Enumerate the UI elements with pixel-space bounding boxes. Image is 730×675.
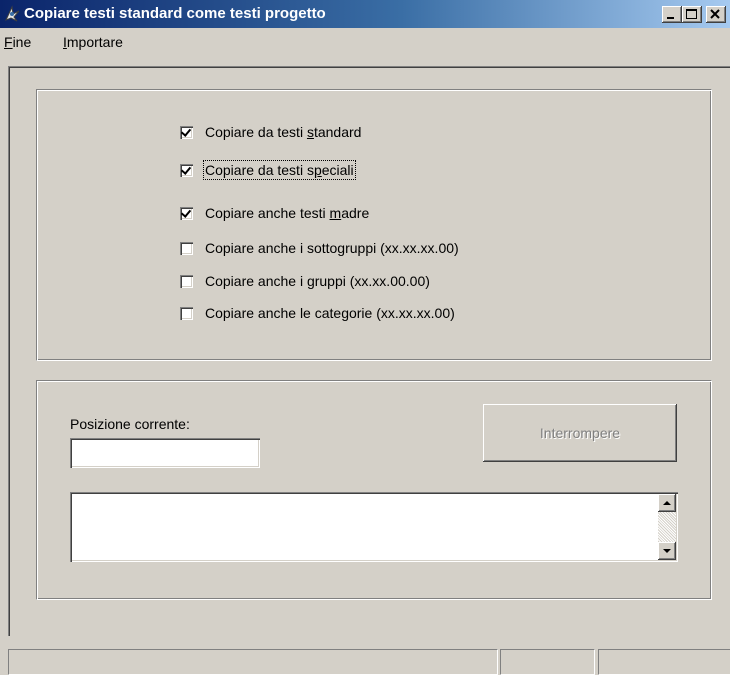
status-pane-3 bbox=[598, 649, 730, 675]
option-mother-texts-label: Copiare anche testi madre bbox=[205, 205, 370, 221]
scroll-down-button[interactable] bbox=[658, 542, 676, 560]
status-bar bbox=[0, 647, 730, 675]
interrupt-button[interactable]: Interrompere bbox=[483, 404, 677, 462]
option-standard-texts[interactable]: Copiare da testi standard bbox=[180, 122, 361, 142]
option-special-texts[interactable]: Copiare da testi speciali bbox=[180, 160, 356, 180]
menu-fine-label: ine bbox=[12, 34, 32, 50]
checkbox-special-texts[interactable] bbox=[180, 163, 193, 177]
checkbox-categories[interactable] bbox=[180, 306, 193, 320]
menu-fine[interactable]: Fine bbox=[4, 34, 31, 50]
log-textarea[interactable] bbox=[70, 492, 678, 562]
window-title: Copiare testi standard come testi proget… bbox=[24, 5, 326, 22]
option-mother-texts[interactable]: Copiare anche testi madre bbox=[180, 203, 369, 223]
option-categories[interactable]: Copiare anche le categorie (xx.xx.xx.00) bbox=[180, 303, 455, 323]
minimize-button[interactable] bbox=[662, 6, 682, 23]
menu-bar: Fine Importare bbox=[0, 28, 730, 58]
option-groups-label: Copiare anche i gruppi (xx.xx.00.00) bbox=[205, 273, 430, 289]
close-icon bbox=[710, 9, 720, 19]
option-subgroups[interactable]: Copiare anche i sottogruppi (xx.xx.xx.00… bbox=[180, 238, 459, 258]
checkbox-subgroups[interactable] bbox=[180, 241, 193, 255]
status-pane-main bbox=[8, 649, 498, 675]
status-pane-2 bbox=[500, 649, 595, 675]
app-icon bbox=[5, 5, 20, 22]
menu-fine-mnemonic: F bbox=[4, 34, 13, 50]
option-subgroups-label: Copiare anche i sottogruppi (xx.xx.xx.00… bbox=[205, 240, 459, 256]
maximize-icon bbox=[686, 9, 697, 19]
checkbox-mother-texts[interactable] bbox=[180, 206, 193, 220]
option-special-texts-label: Copiare da testi speciali bbox=[203, 160, 356, 180]
minimize-icon bbox=[667, 17, 674, 19]
arrow-up-icon bbox=[663, 501, 671, 505]
maximize-button[interactable] bbox=[682, 6, 702, 23]
scroll-up-button[interactable] bbox=[658, 494, 676, 512]
arrow-down-icon bbox=[663, 549, 671, 553]
menu-importare[interactable]: Importare bbox=[63, 34, 123, 50]
title-bar[interactable]: Copiare testi standard come testi proget… bbox=[0, 0, 730, 28]
log-scrollbar[interactable] bbox=[658, 494, 676, 560]
option-categories-label: Copiare anche le categorie (xx.xx.xx.00) bbox=[205, 305, 455, 321]
checkbox-standard-texts[interactable] bbox=[180, 125, 193, 139]
option-standard-texts-label: Copiare da testi standard bbox=[205, 124, 362, 140]
menu-importare-label: mportare bbox=[66, 34, 123, 50]
current-position-label: Posizione corrente: bbox=[70, 416, 190, 432]
close-button[interactable] bbox=[706, 6, 726, 23]
option-groups[interactable]: Copiare anche i gruppi (xx.xx.00.00) bbox=[180, 271, 430, 291]
current-position-field[interactable] bbox=[70, 438, 260, 468]
checkbox-groups[interactable] bbox=[180, 274, 193, 288]
